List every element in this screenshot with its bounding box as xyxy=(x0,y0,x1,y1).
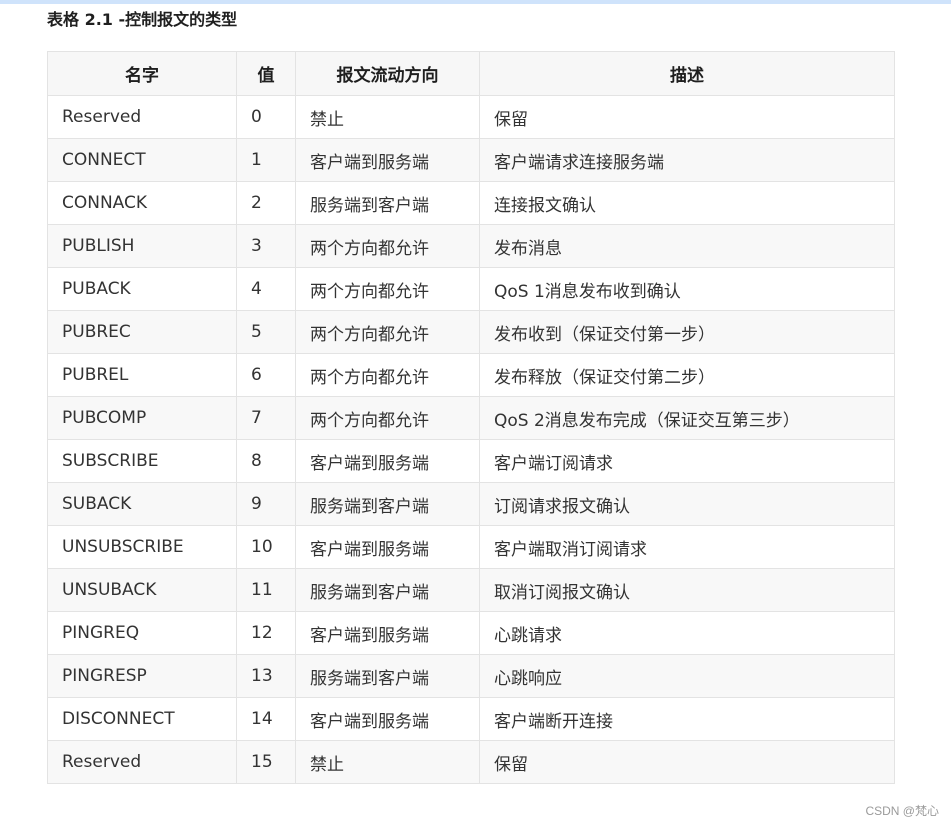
cell-description: 客户端取消订阅请求 xyxy=(479,525,895,569)
header-value: 值 xyxy=(236,51,296,96)
cell-value: 9 xyxy=(236,482,296,526)
cell-description: QoS 1消息发布收到确认 xyxy=(479,267,895,311)
cell-name: PUBCOMP xyxy=(47,396,237,440)
cell-direction: 两个方向都允许 xyxy=(295,224,480,268)
cell-value: 3 xyxy=(236,224,296,268)
cell-description: 发布收到（保证交付第一步） xyxy=(479,310,895,354)
cell-value: 6 xyxy=(236,353,296,397)
cell-description: 心跳请求 xyxy=(479,611,895,655)
cell-value: 2 xyxy=(236,181,296,225)
table-row: Reserved 15 禁止 保留 xyxy=(47,740,895,784)
cell-description: 连接报文确认 xyxy=(479,181,895,225)
cell-direction: 服务端到客户端 xyxy=(295,654,480,698)
cell-direction: 服务端到客户端 xyxy=(295,568,480,612)
cell-direction: 两个方向都允许 xyxy=(295,396,480,440)
control-packet-types-table: 名字 值 报文流动方向 描述 Reserved 0 禁止 保留 CONNECT … xyxy=(47,51,895,784)
cell-name: PUBREC xyxy=(47,310,237,354)
cell-direction: 客户端到服务端 xyxy=(295,138,480,182)
table-row: PUBACK 4 两个方向都允许 QoS 1消息发布收到确认 xyxy=(47,267,895,311)
cell-value: 14 xyxy=(236,697,296,741)
cell-name: Reserved xyxy=(47,740,237,784)
cell-direction: 客户端到服务端 xyxy=(295,439,480,483)
cell-value: 0 xyxy=(236,95,296,139)
cell-direction: 服务端到客户端 xyxy=(295,482,480,526)
cell-direction: 禁止 xyxy=(295,740,480,784)
cell-description: 取消订阅报文确认 xyxy=(479,568,895,612)
table-row: PUBREC 5 两个方向都允许 发布收到（保证交付第一步） xyxy=(47,310,895,354)
table-row: PUBREL 6 两个方向都允许 发布释放（保证交付第二步） xyxy=(47,353,895,397)
cell-description: 客户端订阅请求 xyxy=(479,439,895,483)
table-row: DISCONNECT 14 客户端到服务端 客户端断开连接 xyxy=(47,697,895,741)
cell-description: 发布释放（保证交付第二步） xyxy=(479,353,895,397)
header-name: 名字 xyxy=(47,51,237,96)
cell-direction: 客户端到服务端 xyxy=(295,697,480,741)
cell-name: PUBLISH xyxy=(47,224,237,268)
watermark: CSDN @梵心 xyxy=(865,804,939,818)
cell-value: 5 xyxy=(236,310,296,354)
cell-description: 订阅请求报文确认 xyxy=(479,482,895,526)
table-row: PINGRESP 13 服务端到客户端 心跳响应 xyxy=(47,654,895,698)
cell-name: SUBACK xyxy=(47,482,237,526)
cell-direction: 两个方向都允许 xyxy=(295,267,480,311)
cell-direction: 两个方向都允许 xyxy=(295,353,480,397)
cell-value: 4 xyxy=(236,267,296,311)
table-row: CONNECT 1 客户端到服务端 客户端请求连接服务端 xyxy=(47,138,895,182)
table-row: PUBCOMP 7 两个方向都允许 QoS 2消息发布完成（保证交互第三步） xyxy=(47,396,895,440)
cell-description: 保留 xyxy=(479,740,895,784)
cell-value: 11 xyxy=(236,568,296,612)
cell-name: PINGRESP xyxy=(47,654,237,698)
cell-name: SUBSCRIBE xyxy=(47,439,237,483)
cell-description: 心跳响应 xyxy=(479,654,895,698)
table-caption: 表格 2.1 -控制报文的类型 xyxy=(47,10,238,29)
table-header-row: 名字 值 报文流动方向 描述 xyxy=(47,51,895,96)
cell-name: UNSUBSCRIBE xyxy=(47,525,237,569)
table-row: UNSUBACK 11 服务端到客户端 取消订阅报文确认 xyxy=(47,568,895,612)
table-row: SUBACK 9 服务端到客户端 订阅请求报文确认 xyxy=(47,482,895,526)
cell-name: CONNECT xyxy=(47,138,237,182)
cell-direction: 两个方向都允许 xyxy=(295,310,480,354)
cell-direction: 客户端到服务端 xyxy=(295,525,480,569)
cell-direction: 客户端到服务端 xyxy=(295,611,480,655)
cell-name: UNSUBACK xyxy=(47,568,237,612)
cell-name: PINGREQ xyxy=(47,611,237,655)
cell-value: 12 xyxy=(236,611,296,655)
header-direction: 报文流动方向 xyxy=(295,51,480,96)
cell-value: 13 xyxy=(236,654,296,698)
table-row: PUBLISH 3 两个方向都允许 发布消息 xyxy=(47,224,895,268)
table-row: SUBSCRIBE 8 客户端到服务端 客户端订阅请求 xyxy=(47,439,895,483)
cell-value: 10 xyxy=(236,525,296,569)
cell-direction: 服务端到客户端 xyxy=(295,181,480,225)
cell-name: DISCONNECT xyxy=(47,697,237,741)
page: 表格 2.1 -控制报文的类型 名字 值 报文流动方向 描述 Reserved … xyxy=(0,0,951,826)
table-row: UNSUBSCRIBE 10 客户端到服务端 客户端取消订阅请求 xyxy=(47,525,895,569)
cell-value: 7 xyxy=(236,396,296,440)
cell-description: QoS 2消息发布完成（保证交互第三步） xyxy=(479,396,895,440)
cell-direction: 禁止 xyxy=(295,95,480,139)
cell-value: 15 xyxy=(236,740,296,784)
cell-description: 发布消息 xyxy=(479,224,895,268)
top-accent-bar xyxy=(0,0,951,4)
table-row: CONNACK 2 服务端到客户端 连接报文确认 xyxy=(47,181,895,225)
table-row: Reserved 0 禁止 保留 xyxy=(47,95,895,139)
table-row: PINGREQ 12 客户端到服务端 心跳请求 xyxy=(47,611,895,655)
cell-description: 客户端请求连接服务端 xyxy=(479,138,895,182)
cell-name: PUBREL xyxy=(47,353,237,397)
cell-description: 客户端断开连接 xyxy=(479,697,895,741)
header-description: 描述 xyxy=(479,51,895,96)
cell-description: 保留 xyxy=(479,95,895,139)
cell-name: CONNACK xyxy=(47,181,237,225)
cell-name: PUBACK xyxy=(47,267,237,311)
cell-value: 8 xyxy=(236,439,296,483)
cell-value: 1 xyxy=(236,138,296,182)
cell-name: Reserved xyxy=(47,95,237,139)
